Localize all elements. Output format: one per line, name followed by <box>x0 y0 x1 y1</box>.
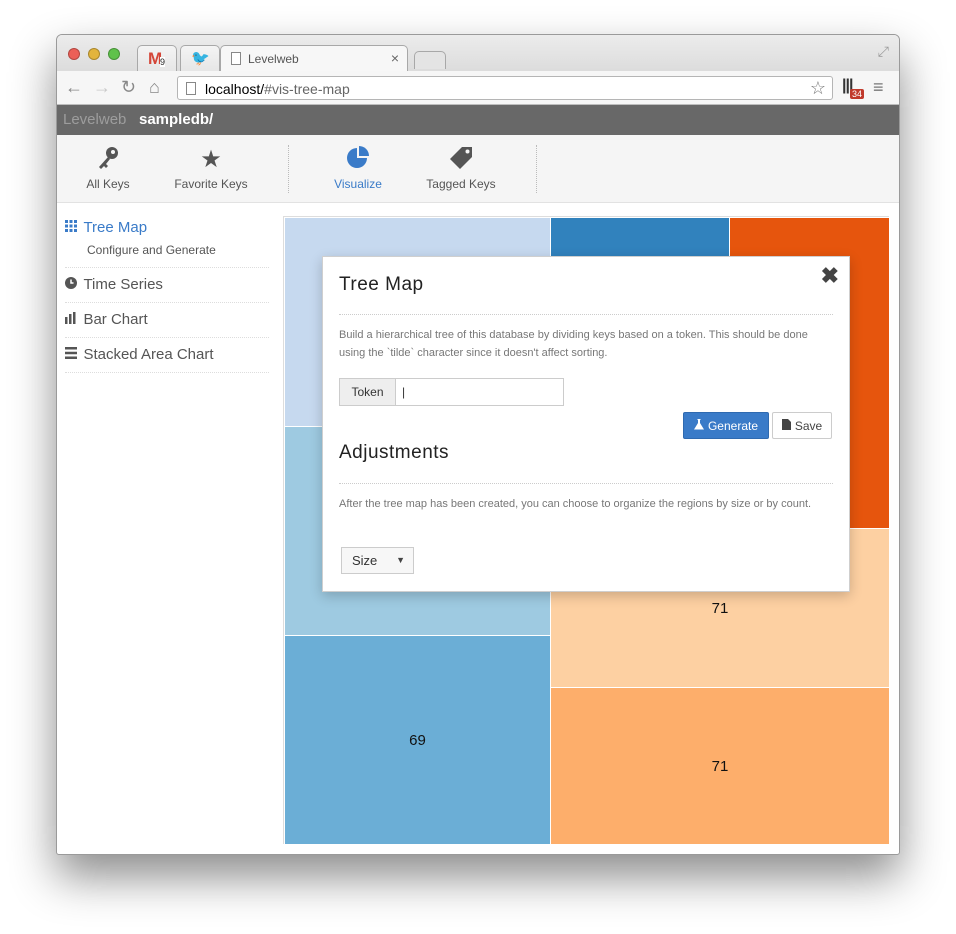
back-icon[interactable]: ← <box>65 77 83 97</box>
tab-close-icon[interactable]: × <box>391 50 399 66</box>
hamburger-menu-icon[interactable]: ≡ <box>873 77 884 98</box>
reload-icon[interactable]: ↻ <box>121 77 136 97</box>
database-name[interactable]: sampledb/ <box>139 111 213 128</box>
generate-button[interactable]: Generate <box>683 412 769 439</box>
adjustments-description: After the tree map has been created, you… <box>339 498 812 510</box>
tab-gmail[interactable]: M 9 <box>137 45 177 71</box>
favorite-keys-button[interactable]: ★ Favorite Keys <box>169 135 253 203</box>
treemap-cell[interactable]: 69 <box>284 635 551 845</box>
extension-badge: 34 <box>850 89 865 99</box>
tagged-keys-button[interactable]: Tagged Keys <box>421 135 501 203</box>
modal-description: Build a hierarchical tree of this databa… <box>339 329 808 359</box>
address-bar[interactable]: localhost/#vis-tree-map ☆ <box>177 76 833 100</box>
page-icon <box>186 82 196 95</box>
icon-toolbar: All Keys ★ Favorite Keys Visualize Tagge… <box>57 135 899 203</box>
save-button[interactable]: Save <box>772 412 832 439</box>
browser-window: M 9 🐦 Levelweb × ⤢ ← → ↻ ⌂ localhost/#vi… <box>56 34 900 855</box>
sidebar-item-label: Bar Chart <box>83 311 148 328</box>
bar-chart-icon <box>65 312 79 327</box>
file-icon <box>781 418 791 433</box>
home-icon[interactable]: ⌂ <box>149 77 160 97</box>
tab-twitter[interactable]: 🐦 <box>180 45 220 71</box>
caret-down-icon: ▼ <box>396 555 405 565</box>
visualize-button[interactable]: Visualize <box>327 135 389 203</box>
favorite-keys-label: Favorite Keys <box>174 177 248 191</box>
divider <box>339 314 833 315</box>
browser-toolbar: ← → ↻ ⌂ localhost/#vis-tree-map ☆ ||| 34… <box>57 71 899 105</box>
sidebar-item-stacked-area-chart[interactable]: Stacked Area Chart <box>65 338 269 373</box>
zoom-window-button[interactable] <box>108 48 120 60</box>
forward-icon[interactable]: → <box>93 77 111 97</box>
sidebar-item-time-series[interactable]: Time Series <box>65 268 269 303</box>
toolbar-divider <box>288 145 289 193</box>
tag-icon <box>421 145 501 175</box>
adjustments-heading: Adjustments <box>339 442 450 463</box>
url-host: localhost/ <box>205 81 265 97</box>
flask-icon <box>693 418 704 433</box>
close-icon[interactable]: ✖ <box>821 263 839 289</box>
key-icon <box>77 145 139 175</box>
sidebar-item-label: Stacked Area Chart <box>83 346 214 363</box>
toolbar-divider <box>536 145 537 193</box>
sidebar-item-label: Time Series <box>83 276 163 293</box>
app-navbar: Levelweb sampledb/ <box>57 105 899 135</box>
save-label: Save <box>794 418 823 433</box>
title-bar: M 9 🐦 Levelweb × ⤢ <box>57 35 899 71</box>
extension-button[interactable]: ||| 34 <box>842 77 865 99</box>
gmail-unread-count: 9 <box>160 57 166 67</box>
minimize-window-button[interactable] <box>88 48 100 60</box>
tagged-keys-label: Tagged Keys <box>426 177 496 191</box>
treemap-cell[interactable]: 71 <box>550 687 890 845</box>
tree-map-modal: ✖ Tree Map Build a hierarchical tree of … <box>322 256 850 592</box>
sidebar-item-bar-chart[interactable]: Bar Chart <box>65 303 269 338</box>
divider <box>339 483 833 484</box>
url-text[interactable]: localhost/#vis-tree-map <box>205 81 350 97</box>
tab-title: Levelweb <box>248 52 299 66</box>
bookmark-star-icon[interactable]: ☆ <box>810 78 826 99</box>
close-window-button[interactable] <box>68 48 80 60</box>
url-path: #vis-tree-map <box>264 81 350 97</box>
sidebar-subitem-configure[interactable]: Configure and Generate <box>87 243 269 257</box>
clock-icon <box>65 277 79 292</box>
twitter-icon: 🐦 <box>191 50 210 67</box>
visualization-sidebar: Tree Map Configure and Generate Time Ser… <box>65 213 269 373</box>
token-input[interactable] <box>395 378 564 406</box>
list-icon <box>65 347 79 362</box>
fullscreen-icon[interactable]: ⤢ <box>878 43 889 60</box>
sidebar-item-tree-map[interactable]: Tree Map Configure and Generate <box>65 213 269 268</box>
generate-label: Generate <box>707 418 759 433</box>
sort-selected-value: Size <box>352 553 378 568</box>
all-keys-button[interactable]: All Keys <box>77 135 139 203</box>
sort-by-select[interactable]: Size ▼ <box>341 547 414 574</box>
tab-levelweb[interactable]: Levelweb × <box>220 45 408 71</box>
pie-chart-icon <box>327 145 389 175</box>
sidebar-item-label: Tree Map <box>83 219 148 236</box>
document-icon <box>231 52 241 65</box>
new-tab-button[interactable] <box>414 51 446 69</box>
brand-link[interactable]: Levelweb <box>63 111 126 128</box>
grid-icon <box>65 220 79 235</box>
visualize-label: Visualize <box>334 177 382 191</box>
modal-title: Tree Map <box>339 274 424 295</box>
star-icon: ★ <box>200 146 222 173</box>
token-label: Token <box>339 378 396 406</box>
all-keys-label: All Keys <box>86 177 130 191</box>
